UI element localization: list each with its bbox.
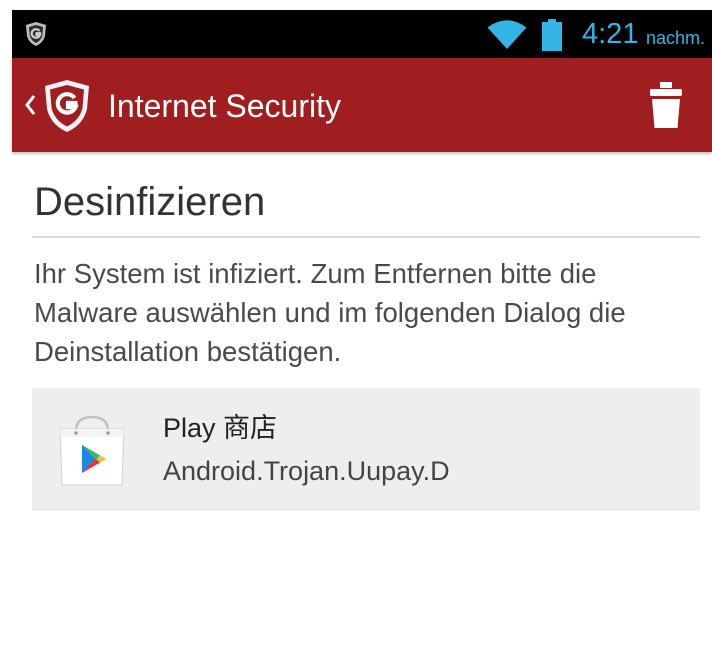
- malware-threat-name: Android.Trojan.Uupay.D: [163, 456, 450, 486]
- back-chevron-icon[interactable]: [24, 94, 36, 116]
- page-title: Desinfizieren: [34, 180, 266, 224]
- trash-icon[interactable]: [646, 80, 686, 130]
- battery-icon: [542, 19, 562, 51]
- status-bar: 4:21 nachm.: [12, 10, 712, 58]
- status-ampm: nachm.: [646, 28, 706, 48]
- malware-app-name: Play 商店: [163, 413, 278, 443]
- status-time: 4:21: [582, 18, 639, 50]
- infection-description: Ihr System ist infiziert. Zum Entfernen …: [34, 258, 626, 367]
- gdata-shield-logo-icon[interactable]: [42, 79, 92, 133]
- title-divider: [32, 236, 700, 238]
- app-title: Internet Security: [108, 88, 341, 124]
- wifi-icon: [487, 20, 527, 49]
- play-store-icon: [59, 415, 125, 486]
- action-bar: Internet Security: [12, 58, 712, 152]
- gdata-shield-icon: [26, 22, 46, 46]
- malware-list-item[interactable]: Play 商店 Android.Trojan.Uupay.D: [32, 388, 700, 511]
